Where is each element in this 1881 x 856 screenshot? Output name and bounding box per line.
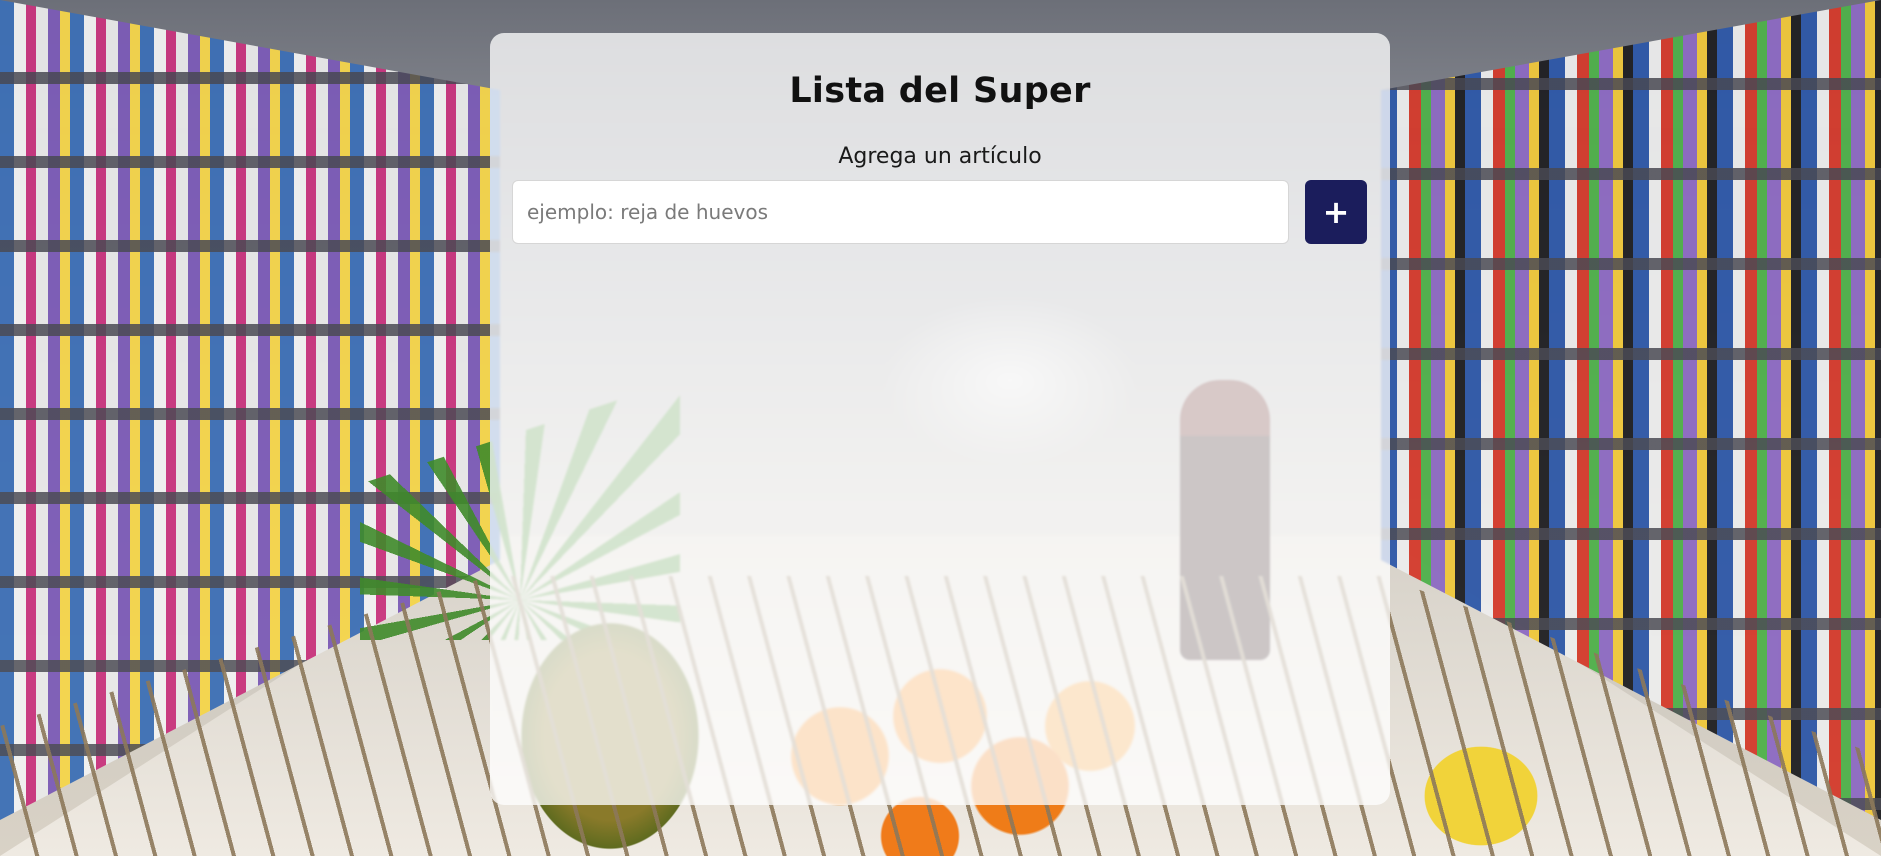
page-title: Lista del Super bbox=[789, 71, 1091, 111]
shopping-list-card: Lista del Super Agrega un artículo + bbox=[490, 33, 1390, 805]
add-item-button[interactable]: + bbox=[1305, 180, 1367, 244]
add-item-heading: Agrega un artículo bbox=[838, 144, 1042, 169]
item-input[interactable] bbox=[512, 180, 1289, 244]
plus-icon: + bbox=[1322, 193, 1350, 231]
add-item-form: + bbox=[512, 180, 1367, 244]
